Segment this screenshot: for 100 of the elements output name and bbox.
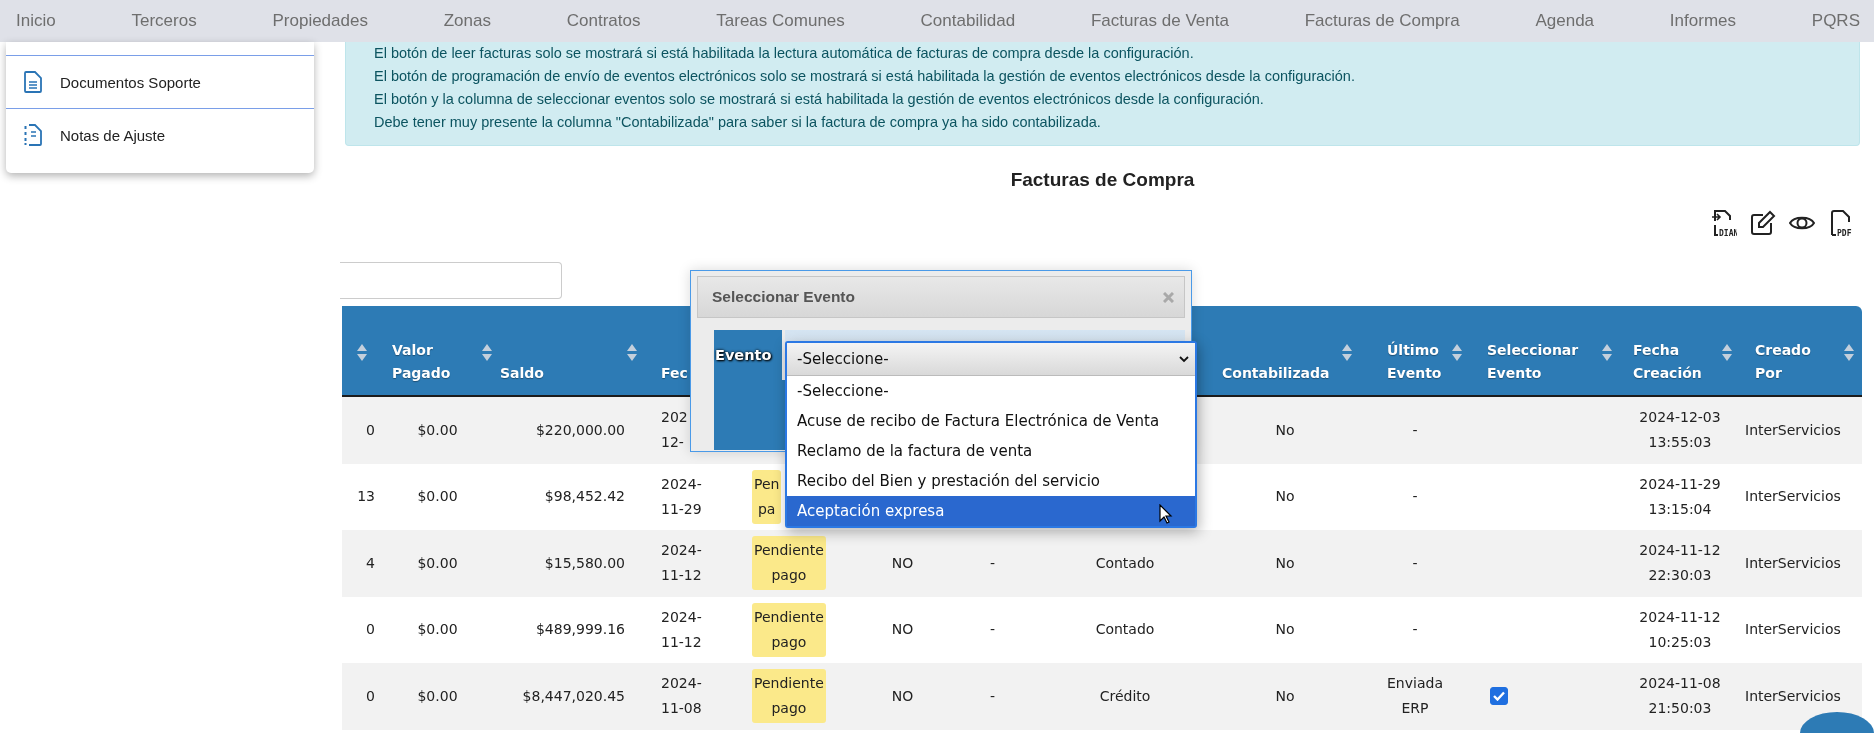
status-badge: Pen pa (752, 469, 782, 524)
table-cell-text: 2024- 11-29 (661, 474, 702, 519)
column-header: Creado Por (1755, 341, 1812, 383)
nav-link[interactable]: Tareas Comunes (716, 11, 845, 31)
nav-link[interactable]: Facturas de Venta (1090, 11, 1229, 31)
dropdown-option[interactable]: Recibo del Bien y prestación del servicio (787, 466, 1195, 496)
table-cell-text: 2024-12-03 13:55:03 (1639, 408, 1721, 453)
sort-icon[interactable] (1844, 344, 1854, 361)
table-cell-text: Crédito (1099, 686, 1151, 706)
dropdown-option[interactable]: Acuse de recibo de Factura Electrónica de Venta (787, 406, 1195, 436)
dropdown-option[interactable]: Aceptación expresa (787, 496, 1195, 526)
table-cell-text: $0.00 (417, 420, 458, 440)
chevron-down-icon (1179, 355, 1189, 363)
nav-link[interactable]: Facturas de Compra (1304, 11, 1460, 31)
dropdown-option[interactable]: Reclamo de la factura de venta (787, 436, 1195, 466)
table-cell-text: No (1275, 487, 1295, 507)
table-cell-text: InterServicios (1745, 487, 1841, 507)
table-cell-text: - (989, 553, 996, 573)
table-cell-text: 2024-11-12 10:25:03 (1639, 607, 1721, 652)
info-text: El botón y la columna de seleccionar eventos solo se mostrará si está habilitada la gestión de eventos electrónicos desde la configuración. (374, 90, 1265, 109)
search-field[interactable] (340, 262, 562, 299)
nav-link[interactable]: Informes (1669, 11, 1736, 31)
nav-link[interactable]: Zonas (443, 11, 491, 31)
table-cell-text: 2024- 11-08 (661, 674, 702, 719)
info-text: Debe tener muy presente la columna "Contabilizada" para saber si la factura de compra ya ha sido contabilizada. (374, 113, 1102, 132)
table-cell-text: 2024- 11-12 (661, 607, 702, 652)
table-cell-text: Enviada ERP (1387, 674, 1443, 719)
sort-icon[interactable] (482, 344, 492, 361)
table-cell-text: No (1275, 686, 1295, 706)
table-cell-text: No (1275, 620, 1295, 640)
status-badge: Pendiente pago (752, 602, 826, 657)
nav-link[interactable]: Contratos (566, 11, 641, 31)
table-cell-text: - (1412, 487, 1418, 507)
table-cell-text: InterServicios (1745, 620, 1841, 640)
table-cell-text: NO (891, 620, 914, 640)
checkbox[interactable] (1490, 687, 1508, 706)
event-select[interactable]: -Seleccione- (787, 343, 1195, 376)
nav-link[interactable]: Contabilidad (920, 11, 1016, 31)
cursor-icon (1159, 504, 1173, 524)
table-cell-text: No (1275, 420, 1295, 440)
table-cell-text: NO (891, 553, 914, 573)
table-cell-text: - (1412, 420, 1418, 440)
table-cell-text: $15,580.00 (544, 553, 625, 573)
nav-link[interactable]: Propiedades (272, 11, 368, 31)
table-cell-text: InterServicios (1745, 686, 1841, 706)
sort-icon[interactable] (1602, 344, 1612, 361)
column-header: Seleccionar Evento (1487, 341, 1580, 383)
column-header: Fecha Creación (1633, 341, 1703, 383)
info-text: El botón de leer facturas solo se mostrará si está habilitada la lectura automática de facturas de compra desde la configuración. (374, 44, 1195, 63)
table-cell-text: Contado (1095, 553, 1155, 573)
nav-link[interactable]: Terceros (131, 11, 197, 31)
sort-icon[interactable] (627, 344, 637, 361)
table-cell-text: $0.00 (417, 620, 458, 640)
nav-link[interactable]: Agenda (1535, 11, 1595, 31)
status-badge: Pendiente pago (752, 536, 826, 591)
nav-link[interactable]: PQRS (1811, 11, 1860, 31)
notes-icon (24, 124, 42, 146)
edit-icon[interactable] (1750, 209, 1776, 237)
table-cell-text: $98,452.42 (544, 487, 625, 507)
column-header: Contabilizada (1222, 364, 1331, 383)
nav-link[interactable]: Inicio (16, 11, 56, 31)
document-icon (24, 71, 42, 93)
table-cell-text: 202 12- (661, 408, 688, 453)
sort-icon[interactable] (1342, 344, 1352, 361)
table-cell-text: $0.00 (417, 553, 458, 573)
modal-title: Seleccionar Evento (712, 288, 855, 306)
table-cell-text: 2024-11-29 13:15:04 (1639, 474, 1721, 519)
table-cell-text: - (989, 620, 996, 640)
column-header: Valor Pagado (392, 341, 452, 383)
status-badge: Pendiente pago (752, 669, 826, 724)
info-text: El botón de programación de envío de eventos electrónicos solo se mostrará si está habilitada la gestión de eventos electrónicos desde la configuración. (374, 67, 1356, 86)
sort-icon[interactable] (1722, 344, 1732, 361)
page-title: Facturas de Compra (1009, 168, 1196, 192)
table-cell-text: $489,999.16 (535, 620, 625, 640)
table-cell-text: No (1275, 553, 1295, 573)
table-cell-text: 2024- 11-12 (661, 541, 702, 586)
table-cell-text: 0 (366, 620, 375, 640)
dropdown-option[interactable]: -Seleccione- (787, 376, 1195, 406)
column-header: Fec (661, 364, 689, 383)
table-cell-text: 13 (357, 487, 375, 507)
close-icon[interactable] (1163, 291, 1174, 303)
table-cell-text: 0 (366, 420, 375, 440)
table-cell-text: 4 (366, 553, 375, 573)
column-header: Saldo (500, 364, 545, 383)
table-cell-text: - (1412, 620, 1418, 640)
column-header: Último Evento (1387, 340, 1443, 383)
table-cell-text: NO (891, 686, 914, 706)
table-cell-text: $8,447,020.45 (522, 686, 625, 706)
table-cell-text: InterServicios (1745, 553, 1841, 573)
table-cell-text: 0 (366, 686, 375, 706)
menu-item[interactable]: Documentos Soporte (6, 55, 314, 108)
table-cell-text: $220,000.00 (535, 420, 625, 440)
menu-item[interactable]: Notas de Ajuste (6, 108, 314, 161)
table-cell-text: $0.00 (417, 686, 458, 706)
table-cell-text: - (1412, 553, 1418, 573)
sort-icon[interactable] (1452, 344, 1462, 361)
table-cell-text: InterServicios (1745, 420, 1841, 440)
field-label: Evento (714, 330, 782, 380)
table-cell-text: $0.00 (417, 487, 458, 507)
sort-icon[interactable] (357, 344, 367, 361)
